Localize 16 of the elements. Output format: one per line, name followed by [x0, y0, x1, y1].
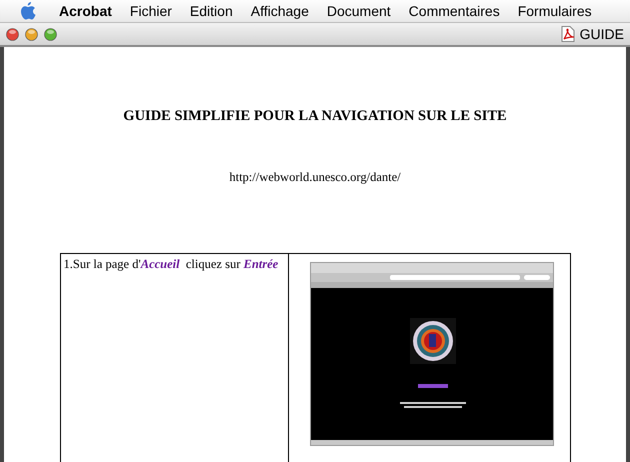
menu-item[interactable]: Document — [318, 3, 400, 19]
close-button[interactable] — [6, 28, 19, 40]
minimize-button[interactable] — [25, 28, 38, 40]
zoom-button[interactable] — [44, 28, 57, 40]
menu-item[interactable]: Commentaires — [400, 3, 509, 19]
menu-item[interactable]: Edition — [180, 3, 242, 19]
menu-item[interactable]: Fichier — [120, 3, 181, 19]
window-title: GUIDE — [580, 26, 624, 42]
document-heading: GUIDE SIMPLIFIE POUR LA NAVIGATION SUR LE SITE — [123, 108, 507, 125]
menu-item[interactable]: Formulaires — [508, 3, 601, 19]
pdf-icon — [560, 26, 575, 42]
site-url: http://webworld.unesco.org/dante/ — [229, 170, 401, 185]
menu-item[interactable]: Acrobat — [50, 3, 121, 19]
step-text: 1.Sur la page d'Accueil cliquez sur Entrée — [62, 256, 280, 273]
apple-icon[interactable] — [20, 2, 36, 20]
menu-item[interactable]: Affichage — [242, 3, 318, 19]
